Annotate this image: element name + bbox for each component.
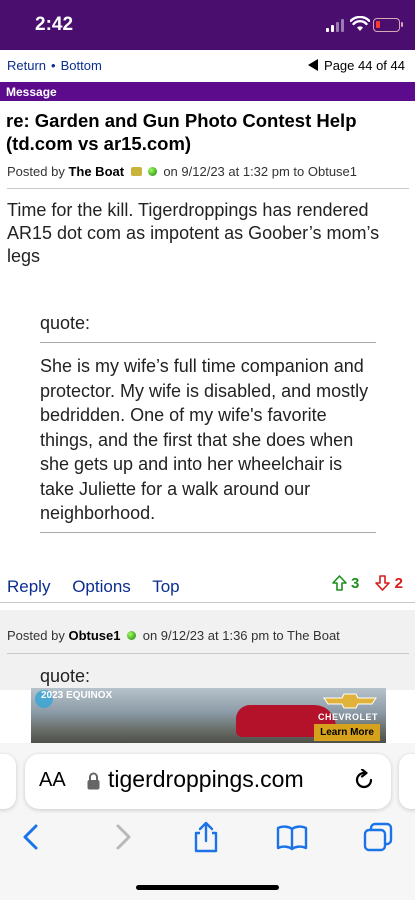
posted-by-label: Posted by bbox=[7, 628, 65, 643]
learn-more-button[interactable]: Learn More bbox=[314, 724, 380, 741]
return-link[interactable]: Return bbox=[7, 58, 46, 73]
badge-icon bbox=[130, 167, 142, 176]
aa-label: AA bbox=[39, 769, 66, 791]
divider bbox=[0, 602, 415, 603]
lock-icon bbox=[87, 772, 100, 790]
ad-brand: CHEVROLET bbox=[317, 712, 378, 722]
status-dot-icon bbox=[147, 167, 157, 176]
next-tab-preview[interactable] bbox=[399, 754, 415, 809]
reload-icon[interactable] bbox=[353, 769, 375, 791]
quote-text: She is my wife’s full time companion and… bbox=[40, 356, 369, 523]
forward-chevron-icon[interactable] bbox=[106, 821, 138, 853]
back-triangle-icon[interactable] bbox=[308, 59, 319, 71]
post-2-byline: Posted by Obtuse1 on 9/12/23 at 1:36 pm … bbox=[7, 628, 340, 643]
chevrolet-logo-icon bbox=[323, 693, 377, 709]
message-bar: Message bbox=[0, 82, 415, 101]
reader-settings-button[interactable]: AA bbox=[39, 769, 66, 792]
post-actions: Reply Options Top bbox=[7, 577, 197, 597]
author-link[interactable]: The Boat bbox=[68, 164, 124, 179]
quote-top-rule bbox=[40, 342, 376, 343]
post-date: on 9/12/23 at 1:32 pm to Obtuse1 bbox=[163, 164, 358, 179]
address-bar[interactable]: AA tigerdroppings.com bbox=[25, 754, 391, 809]
home-indicator[interactable] bbox=[136, 885, 279, 890]
status-dot-icon bbox=[127, 631, 137, 640]
reply-link[interactable]: Reply bbox=[7, 577, 50, 596]
url-text[interactable]: tigerdroppings.com bbox=[108, 766, 304, 793]
divider bbox=[7, 188, 409, 189]
quote-label: quote: bbox=[40, 313, 91, 333]
thumbs-down-arrow-icon[interactable] bbox=[375, 575, 391, 591]
author-link[interactable]: Obtuse1 bbox=[68, 628, 120, 643]
nav-separator: • bbox=[51, 58, 56, 73]
thumbs-up-arrow-icon[interactable] bbox=[331, 575, 347, 591]
prev-tab-preview[interactable] bbox=[0, 754, 16, 809]
upvote-count: 3 bbox=[350, 575, 360, 592]
divider bbox=[7, 653, 409, 654]
bottom-link[interactable]: Bottom bbox=[61, 58, 102, 73]
thread-nav: Return • Bottom Page 44 of 44 bbox=[0, 50, 415, 79]
browser-toolbar: AA tigerdroppings.com bbox=[0, 743, 415, 900]
posted-by-label: Posted by bbox=[7, 164, 65, 179]
ad-model-label: 2023 EQUINOX bbox=[41, 690, 113, 701]
post-body: Time for the kill. Tigerdroppings has re… bbox=[7, 200, 380, 266]
post-2: Posted by Obtuse1 on 9/12/23 at 1:36 pm … bbox=[0, 610, 415, 690]
quote-bottom-rule bbox=[40, 532, 376, 533]
upvote-button[interactable]: 3 bbox=[331, 575, 364, 592]
bookmarks-icon[interactable] bbox=[276, 821, 308, 853]
top-link[interactable]: Top bbox=[152, 577, 179, 596]
quote-label: quote: bbox=[40, 666, 91, 686]
post-title: re: Garden and Gun Photo Contest Help (t… bbox=[6, 110, 357, 154]
battery-icon bbox=[373, 18, 403, 32]
signal-icon bbox=[326, 19, 346, 32]
post-date: on 9/12/23 at 1:36 pm to The Boat bbox=[142, 628, 340, 643]
share-icon[interactable] bbox=[190, 821, 222, 853]
page-label: Page 44 of 44 bbox=[324, 58, 405, 73]
options-link[interactable]: Options bbox=[72, 577, 131, 596]
vote-controls: 3 2 bbox=[331, 575, 403, 592]
status-time: 2:42 bbox=[35, 14, 74, 35]
downvote-count: 2 bbox=[394, 575, 403, 592]
post-byline: Posted by The Boat on 9/12/23 at 1:32 pm… bbox=[7, 164, 357, 179]
page-indicator[interactable]: Page 44 of 44 bbox=[308, 58, 405, 73]
downvote-button[interactable]: 2 bbox=[375, 575, 403, 592]
tabs-icon[interactable] bbox=[362, 821, 394, 853]
back-chevron-icon[interactable] bbox=[16, 821, 48, 853]
chevrolet-ad-banner[interactable]: 2023 EQUINOX CHEVROLET Learn More bbox=[31, 688, 386, 743]
status-bar: 2:42 bbox=[0, 0, 415, 50]
wifi-icon bbox=[350, 16, 370, 31]
